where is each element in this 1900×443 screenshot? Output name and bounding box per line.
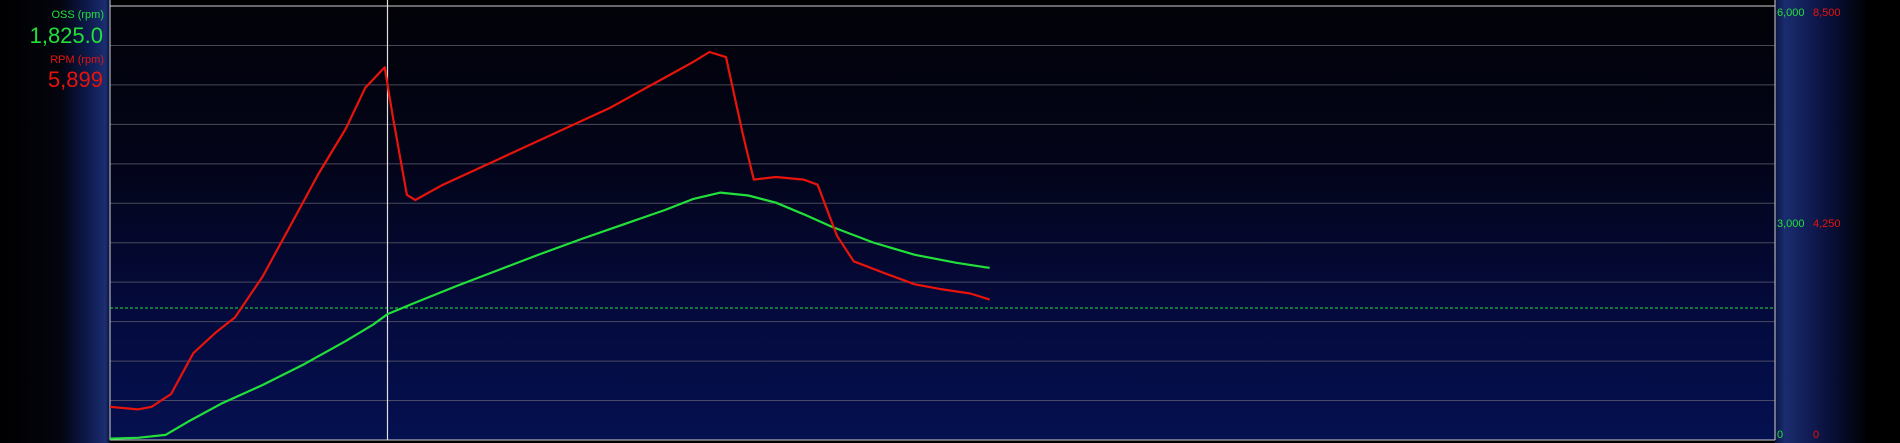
rpm-axis-tick-label: 4,250 — [1813, 218, 1841, 230]
oss-axis-tick-label: 6,000 — [1777, 7, 1805, 19]
rpm-series-line — [109, 50, 991, 411]
line-chart[interactable]: 6,000 3,000 0 8,500 4,250 0 — [0, 0, 1900, 443]
oss-axis-tick-label: 3,000 — [1777, 218, 1805, 230]
chart-panel: OSS (rpm) 1,825.0 RPM (rpm) 5,899 6,000 3… — [0, 0, 1900, 443]
oss-series-line — [109, 191, 990, 440]
rpm-axis-tick-label: 0 — [1813, 429, 1819, 441]
rpm-axis-tick-label: 8,500 — [1813, 7, 1841, 19]
oss-axis-tick-label: 0 — [1777, 429, 1783, 441]
